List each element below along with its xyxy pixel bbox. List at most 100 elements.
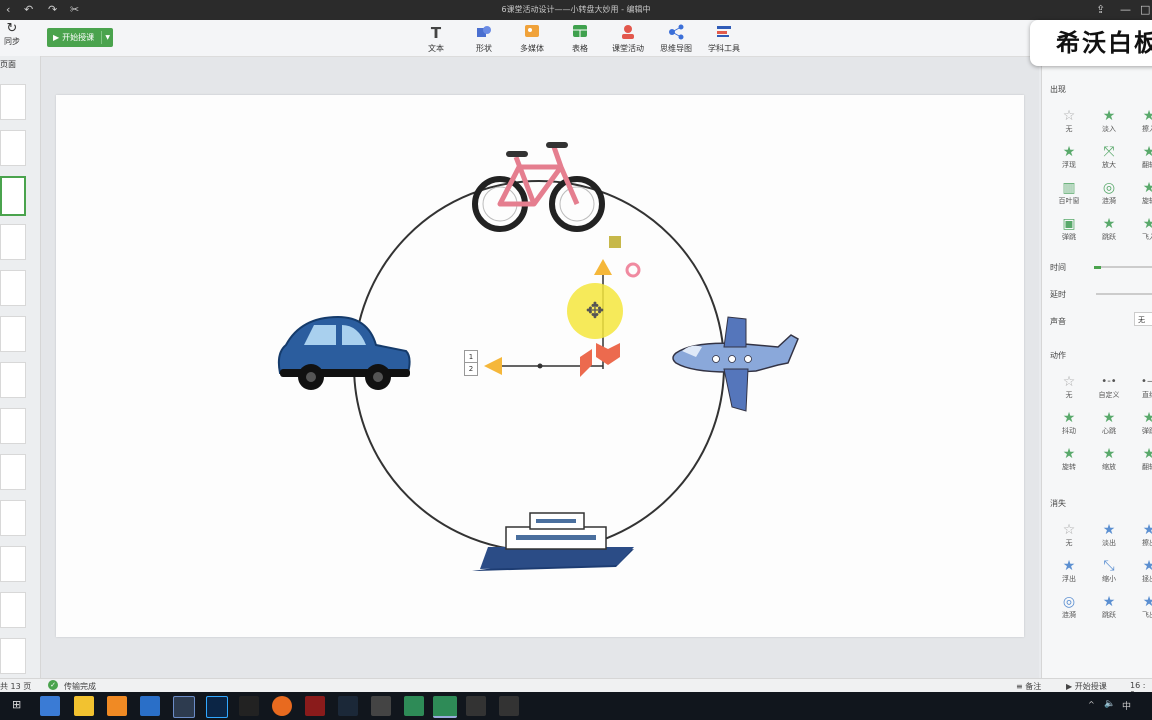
move-icon: ✥ [586, 299, 604, 324]
car-image[interactable] [277, 315, 411, 390]
page-thumbnail[interactable] [0, 500, 26, 536]
app-icon[interactable] [305, 696, 325, 716]
star-icon: ★ [1102, 410, 1116, 426]
shrink-icon: ⤡ [1103, 558, 1115, 574]
path-end-handle[interactable] [609, 236, 621, 248]
app-icon[interactable] [499, 696, 519, 716]
action-flip[interactable]: ★翻转 [1129, 446, 1152, 472]
app-icon[interactable] [239, 696, 259, 716]
disappear-shrink[interactable]: ⤡ 缩小 [1089, 558, 1129, 584]
action-scale[interactable]: ★ 缩放 [1089, 446, 1129, 472]
appear-fly-in[interactable]: ★飞入 [1129, 216, 1152, 242]
action-bounce[interactable]: ★弹跳 [1129, 410, 1152, 436]
appear-fade-in[interactable]: ★ 淡入 [1089, 108, 1129, 134]
action-custom[interactable]: •-• 自定义 [1089, 374, 1129, 400]
page-thumbnail[interactable] [0, 316, 26, 352]
appear-jump[interactable]: ★ 跳跃 [1089, 216, 1129, 242]
action-heartbeat[interactable]: ★ 心跳 [1089, 410, 1129, 436]
mindmap-icon [653, 24, 699, 42]
page-thumbnail[interactable] [0, 638, 26, 674]
subject-tools-icon [701, 24, 747, 42]
disappear-jump[interactable]: ★ 跳跃 [1089, 594, 1129, 620]
appear-zoom[interactable]: ⤧ 放大 [1089, 144, 1129, 170]
photoshop-icon[interactable] [206, 696, 228, 718]
slide[interactable]: ✥ 1 2 [56, 95, 1024, 637]
page-thumbnail[interactable] [0, 592, 26, 628]
app-icon[interactable] [466, 696, 486, 716]
app-icon[interactable] [371, 696, 391, 716]
text-icon: T [430, 24, 442, 42]
tool-subject-tools[interactable]: 学科工具 [701, 24, 747, 54]
tool-mindmap[interactable]: 思维导图 [653, 24, 699, 54]
sync-button[interactable]: ↻ 同步 [0, 22, 24, 47]
line-icon: •— [1141, 376, 1152, 387]
app-icon[interactable] [107, 696, 127, 716]
blinds-icon: ▥ [1062, 180, 1076, 196]
animation-order-marker[interactable]: 2 [464, 362, 478, 376]
appear-bounce[interactable]: ▣ 弹跳 [1049, 216, 1089, 242]
share-icon[interactable]: ⇪ [1096, 3, 1105, 16]
disappear-fly-out[interactable]: ★飞出 [1129, 594, 1152, 620]
volume-icon[interactable]: 🔈 [1104, 699, 1115, 709]
star-icon: ☆ [1062, 374, 1076, 390]
disappear-fade-out[interactable]: ★ 淡出 [1089, 522, 1129, 548]
action-none[interactable]: ☆ 无 [1049, 374, 1089, 400]
action-rotate[interactable]: ★ 旋转 [1049, 446, 1089, 472]
appear-emerge[interactable]: ★ 浮现 [1049, 144, 1089, 170]
page-thumbnail[interactable] [0, 546, 26, 582]
ship-image[interactable] [472, 512, 634, 571]
appear-wipe-in[interactable]: ★擦入 [1129, 108, 1152, 134]
check-icon: ✓ [48, 680, 58, 690]
start-teaching-button[interactable]: ▶ 开始授课 ▼ [47, 28, 113, 47]
disappear-flip[interactable]: ★拯出 [1129, 558, 1152, 584]
lightroom-icon[interactable] [173, 696, 195, 718]
disappear-float-out[interactable]: ★ 浮出 [1049, 558, 1089, 584]
steam-icon[interactable] [338, 696, 358, 716]
tool-class-activity[interactable]: 课堂活动 [605, 24, 651, 54]
delay-slider[interactable] [1096, 293, 1152, 295]
tool-multimedia[interactable]: 多媒体 [509, 24, 555, 54]
page-thumbnail[interactable] [0, 362, 26, 398]
maximize-icon[interactable]: □ [1140, 3, 1150, 16]
firefox-icon[interactable] [272, 696, 292, 716]
appear-ripple[interactable]: ◎ 涟漪 [1089, 180, 1129, 206]
page-thumbnail[interactable] [0, 270, 26, 306]
page-thumbnail-selected[interactable] [0, 176, 26, 216]
chevron-down-icon[interactable]: ▼ [105, 28, 110, 47]
tool-text[interactable]: T 文本 [413, 24, 459, 54]
appear-rotate[interactable]: ★旋转 [1129, 180, 1152, 206]
page-thumbnail[interactable] [0, 130, 26, 166]
notes-button[interactable]: ≡ 备注 [1016, 681, 1041, 692]
time-slider[interactable] [1094, 266, 1152, 269]
app-icon[interactable] [404, 696, 424, 716]
disappear-none[interactable]: ☆ 无 [1049, 522, 1089, 548]
animation-path[interactable]: ✥ [484, 236, 641, 377]
tool-shape[interactable]: 形状 [461, 24, 507, 54]
explorer-icon[interactable] [40, 696, 60, 716]
sound-select[interactable]: 无 [1134, 312, 1152, 326]
task-view-icon[interactable]: ⊞ [12, 698, 21, 711]
input-method-icon[interactable]: 中 [1122, 699, 1131, 712]
appear-flip[interactable]: ★翻转 [1129, 144, 1152, 170]
page-thumbnail[interactable] [0, 224, 26, 260]
seewo-icon[interactable] [433, 696, 457, 718]
disappear-wipe-out[interactable]: ★擦出 [1129, 522, 1152, 548]
appear-none[interactable]: ☆ 无 [1049, 108, 1089, 134]
disappear-ripple[interactable]: ◎ 涟漪 [1049, 594, 1089, 620]
minimize-icon[interactable]: — [1120, 3, 1131, 16]
action-shake[interactable]: ★ 抖动 [1049, 410, 1089, 436]
action-line[interactable]: •—直线 [1129, 374, 1152, 400]
page-thumbnail[interactable] [0, 408, 26, 444]
airplane-image[interactable] [672, 316, 799, 412]
app-icon[interactable] [140, 696, 160, 716]
start-teaching-label: 开始授课 [62, 33, 95, 42]
rotate-handle[interactable] [625, 262, 641, 278]
page-thumbnail[interactable] [0, 454, 26, 490]
folder-icon[interactable] [74, 696, 94, 716]
appear-blinds[interactable]: ▥ 百叶窗 [1049, 180, 1089, 206]
page-thumbnail[interactable] [0, 84, 26, 120]
watermark-banner: 希沃白板 [1030, 20, 1152, 66]
tray-chevron-icon[interactable]: ^ [1088, 700, 1095, 709]
tool-table[interactable]: 表格 [557, 24, 603, 54]
start-teaching-status-button[interactable]: ▶ 开始授课 [1066, 681, 1107, 692]
